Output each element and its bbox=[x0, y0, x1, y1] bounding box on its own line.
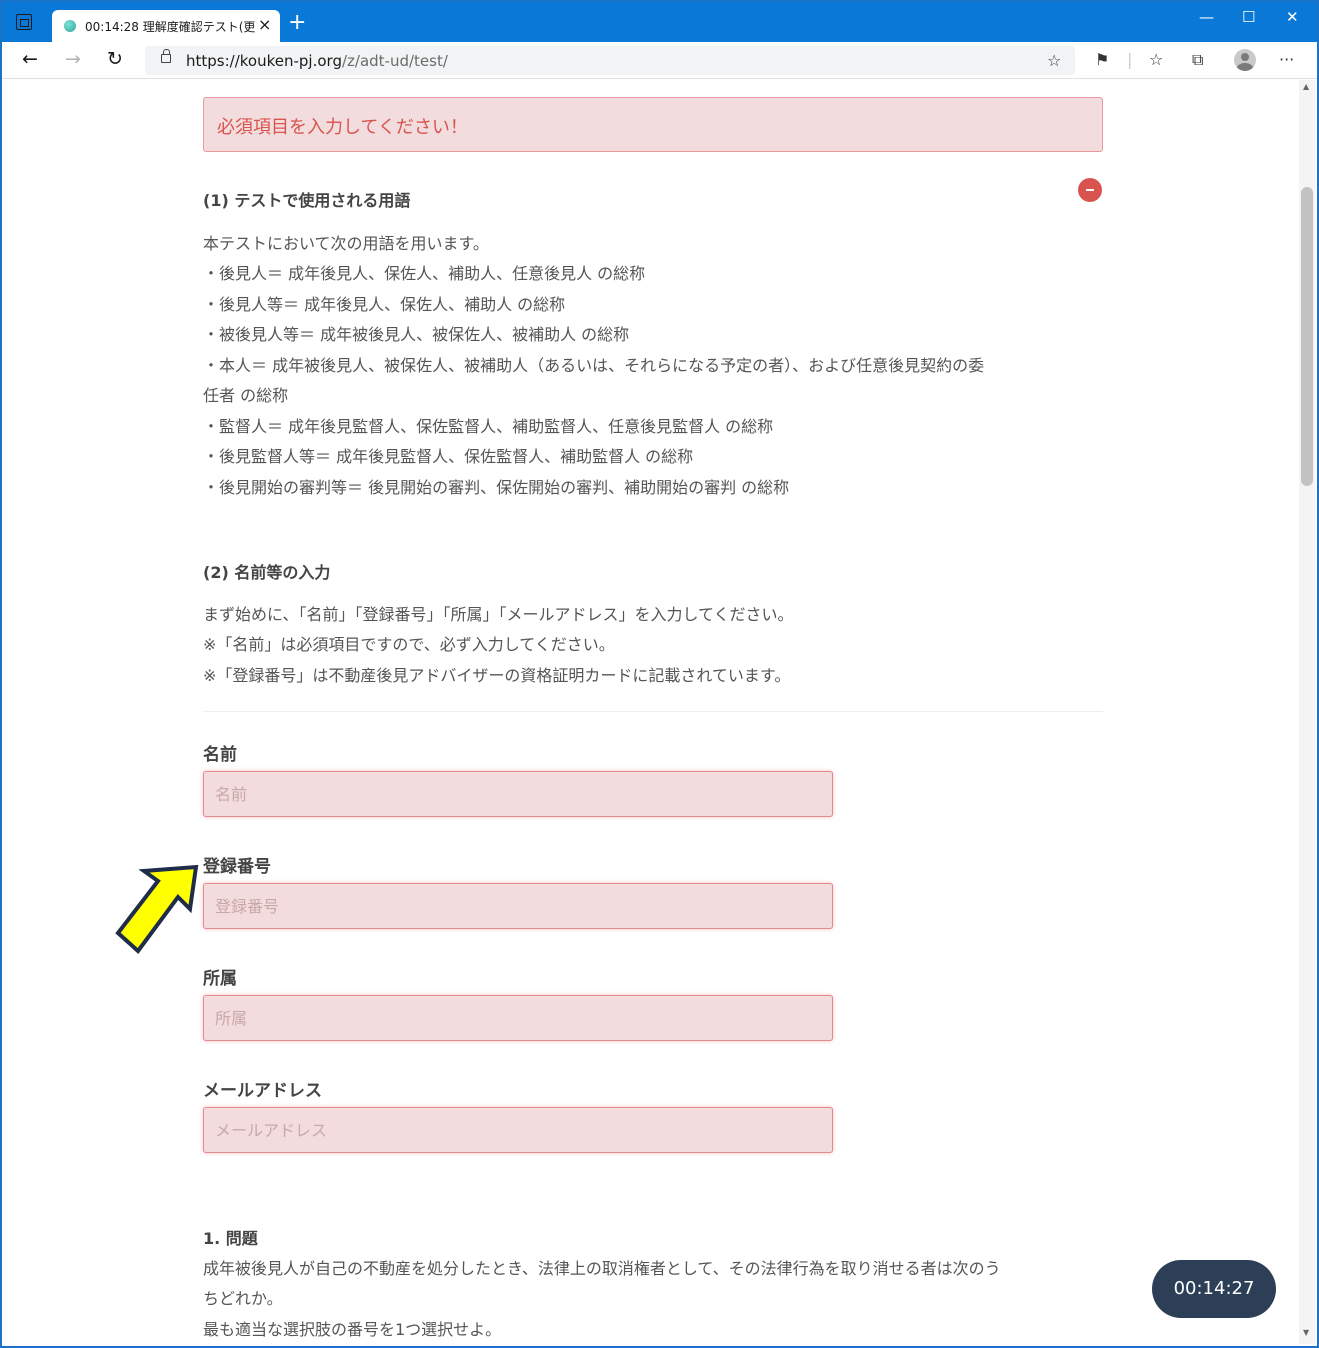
question-title: 1. 問題 bbox=[203, 1229, 258, 1248]
more-menu-icon[interactable]: ··· bbox=[1279, 50, 1294, 69]
question-line: 最も適当な選択肢の番号を1つ選択せよ。 bbox=[203, 1320, 502, 1339]
terms-line: ・本人＝ 成年被後見人、被保佐人、被補助人（あるいは、それらになる予定の者）、お… bbox=[203, 356, 985, 375]
minimize-button[interactable]: — bbox=[1199, 8, 1214, 26]
browser-window: 00:14:28 理解度確認テスト(更新用 × + — ☐ ✕ ← → ↻ ht… bbox=[0, 0, 1319, 1348]
instruction-line: まず始めに、「名前」「登録番号」「所属」「メールアドレス」を入力してください。 bbox=[203, 605, 794, 624]
question-line: 成年被後見人が自己の不動産を処分したとき、法律上の取消権者として、その法律行為を… bbox=[203, 1259, 1001, 1278]
scrollbar-thumb[interactable] bbox=[1301, 187, 1313, 486]
tab-close-icon[interactable]: × bbox=[258, 15, 271, 34]
instruction-line: ※「登録番号」は不動産後見アドバイザーの資格証明カードに記載されています。 bbox=[203, 666, 791, 685]
collections-icon[interactable]: ⧉ bbox=[1192, 50, 1203, 70]
divider bbox=[203, 711, 1103, 712]
yellow-arrow-icon bbox=[115, 864, 199, 954]
terms-line: ・後見人＝ 成年後見人、保佐人、補助人、任意後見人 の総称 bbox=[203, 264, 646, 283]
email-input[interactable] bbox=[203, 1107, 833, 1153]
tab-title: 00:14:28 理解度確認テスト(更新用 bbox=[85, 20, 255, 34]
error-alert: 必須項目を入力してください！ bbox=[203, 97, 1103, 152]
feedback-icon[interactable]: ⚑ bbox=[1095, 50, 1109, 69]
window-menu-icon[interactable] bbox=[16, 14, 32, 30]
close-window-button[interactable]: ✕ bbox=[1286, 8, 1299, 26]
email-label: メールアドレス bbox=[203, 1081, 322, 1101]
title-bar: 00:14:28 理解度確認テスト(更新用 × + — ☐ ✕ bbox=[2, 2, 1317, 42]
address-bar[interactable]: https://kouken-pj.org/z/adt-ud/test/ ☆ bbox=[145, 46, 1075, 75]
scroll-down-icon[interactable]: ▼ bbox=[1303, 1328, 1309, 1337]
address-toolbar: ← → ↻ https://kouken-pj.org/z/adt-ud/tes… bbox=[2, 42, 1317, 79]
name-label: 名前 bbox=[203, 745, 237, 765]
registration-number-label: 登録番号 bbox=[203, 857, 271, 877]
page-content: 必須項目を入力してください！ (1) テストで使用される用語 本テストにおいて次… bbox=[2, 80, 1298, 1344]
scroll-up-icon[interactable]: ▲ bbox=[1303, 82, 1309, 91]
terms-line: ・被後見人等＝ 成年被後見人、被保佐人、被補助人 の総称 bbox=[203, 325, 630, 344]
affiliation-input[interactable] bbox=[203, 995, 833, 1041]
question-line: ちどれか。 bbox=[203, 1289, 283, 1308]
url-text[interactable]: https://kouken-pj.org/z/adt-ud/test/ bbox=[186, 52, 448, 70]
reload-button[interactable]: ↻ bbox=[107, 48, 123, 70]
terms-line: ・後見開始の審判等＝ 後見開始の審判、保佐開始の審判、補助開始の審判 の総称 bbox=[203, 478, 790, 497]
back-button[interactable]: ← bbox=[22, 48, 38, 70]
add-favorite-icon[interactable]: ☆ bbox=[1047, 51, 1061, 70]
profile-avatar[interactable] bbox=[1234, 49, 1256, 71]
section1-title: (1) テストで使用される用語 bbox=[203, 191, 411, 210]
name-input[interactable] bbox=[203, 771, 833, 817]
terms-line: ・後見人等＝ 成年後見人、保佐人、補助人 の総称 bbox=[203, 295, 566, 314]
registration-number-input[interactable] bbox=[203, 883, 833, 929]
alert-message: 必須項目を入力してください！ bbox=[217, 117, 468, 138]
timer-badge: 00:14:27 bbox=[1152, 1260, 1276, 1318]
collapse-section-button[interactable] bbox=[1078, 178, 1102, 202]
maximize-button[interactable]: ☐ bbox=[1242, 8, 1255, 26]
new-tab-button[interactable]: + bbox=[288, 12, 306, 34]
lock-icon[interactable] bbox=[161, 49, 171, 63]
toolbar-divider: | bbox=[1127, 50, 1133, 69]
terms-line: ・後見監督人等＝ 成年後見監督人、保佐監督人、補助監督人 の総称 bbox=[203, 447, 694, 466]
instruction-line: ※「名前」は必須項目ですので、必ず入力してください。 bbox=[203, 635, 615, 654]
forward-button[interactable]: → bbox=[65, 48, 81, 70]
terms-line: ・監督人＝ 成年後見監督人、保佐監督人、補助監督人、任意後見監督人 の総称 bbox=[203, 417, 774, 436]
terms-line: 本テストにおいて次の用語を用います。 bbox=[203, 234, 489, 253]
browser-tab[interactable]: 00:14:28 理解度確認テスト(更新用 × bbox=[52, 10, 280, 42]
terms-line: 任者 の総称 bbox=[203, 386, 289, 405]
site-favicon-icon bbox=[64, 20, 76, 32]
affiliation-label: 所属 bbox=[203, 969, 237, 989]
section2-title: (2) 名前等の入力 bbox=[203, 563, 331, 582]
favorites-icon[interactable]: ☆ bbox=[1149, 50, 1163, 69]
